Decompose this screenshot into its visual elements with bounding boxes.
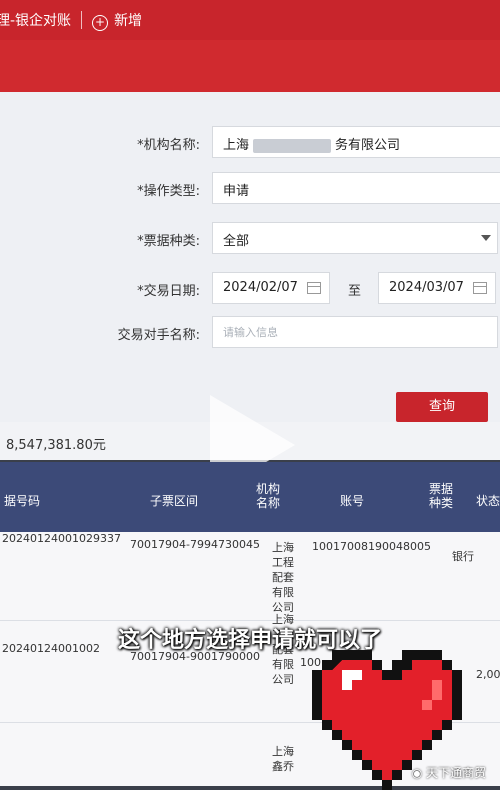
col-bill-no: 据号码 <box>4 494 41 508</box>
header-band <box>0 40 500 92</box>
total-amount: 8,547,381.80元 <box>6 438 106 453</box>
op-type-select[interactable]: 申请 <box>212 172 500 204</box>
date-from-value: 2024/02/07 <box>223 280 298 295</box>
org-prefix: 上海 <box>223 138 250 153</box>
bill-type-value: 全部 <box>223 234 250 249</box>
col-org: 机构名称 <box>256 482 281 510</box>
org-name: 上海鑫乔 <box>272 745 294 773</box>
sub-range: 70017904-7994730045 <box>130 538 260 551</box>
date-to-value: 2024/03/07 <box>389 280 464 295</box>
org-suffix: 务有限公司 <box>335 138 401 153</box>
weibo-icon: ◉ <box>411 766 426 780</box>
col-account: 账号 <box>340 494 365 508</box>
org-select[interactable]: 上海 务有限公司 <box>212 126 500 158</box>
tab-bar: 理-银企对账 + 新增 <box>0 0 500 40</box>
redacted-block <box>253 138 332 153</box>
date-from-input[interactable]: 2024/02/07 <box>212 272 330 304</box>
calendar-icon[interactable] <box>307 282 321 294</box>
query-button[interactable]: 查询 <box>396 392 488 422</box>
table-header: 据号码 子票区间 机构名称 账号 票据种类 状态 <box>0 462 500 532</box>
bill-no: 20240124001029337 <box>2 532 121 545</box>
date-to-input[interactable]: 2024/03/07 <box>378 272 496 304</box>
tab-new-label: 新增 <box>114 12 143 29</box>
watermark: ◉ 天下通商贸 <box>412 764 486 781</box>
bill-type-label: *票据种类: <box>137 234 200 249</box>
tab-bank-reconciliation[interactable]: 理-银企对账 <box>0 10 81 30</box>
op-type-label: *操作类型: <box>137 184 200 199</box>
bill-type-select[interactable]: 全部 <box>212 222 498 254</box>
date-to-label: 至 <box>348 284 362 299</box>
counterparty-label: 交易对手名称: <box>117 328 200 343</box>
bill-type-row: *票据种类: 全部 <box>0 222 500 258</box>
counterparty-input[interactable]: 请输入信息 <box>212 316 498 348</box>
row-divider <box>0 620 500 621</box>
date-label: *交易日期: <box>137 284 200 299</box>
account: 10017008190048005 <box>312 540 431 553</box>
bill-type: 银行 <box>452 550 474 563</box>
op-type-row: *操作类型: 申请 <box>0 172 500 208</box>
op-type-value: 申请 <box>223 184 250 199</box>
col-status: 状态 <box>476 494 500 508</box>
tab-new[interactable]: + 新增 <box>82 10 152 31</box>
date-row: *交易日期: 2024/02/07 至 2024/03/07 <box>0 272 500 308</box>
org-label: *机构名称: <box>137 138 200 153</box>
calendar-icon[interactable] <box>473 282 487 294</box>
col-sub-range: 子票区间 <box>150 494 199 508</box>
counterparty-row: 交易对手名称: 请输入信息 <box>0 316 500 352</box>
org-row: *机构名称: 上海 务有限公司 <box>0 126 500 162</box>
query-form: *机构名称: 上海 务有限公司 *操作类型: 申请 *票据种类: 全部 *交易日期… <box>0 92 500 422</box>
plus-circle-icon: + <box>92 14 109 31</box>
counterparty-placeholder: 请输入信息 <box>223 326 278 339</box>
watermark-text: 天下通商贸 <box>425 766 486 780</box>
col-bill-type: 票据种类 <box>428 482 453 510</box>
org-name: 上海工程配套有限公司 <box>272 541 294 614</box>
chevron-down-icon <box>481 235 491 241</box>
